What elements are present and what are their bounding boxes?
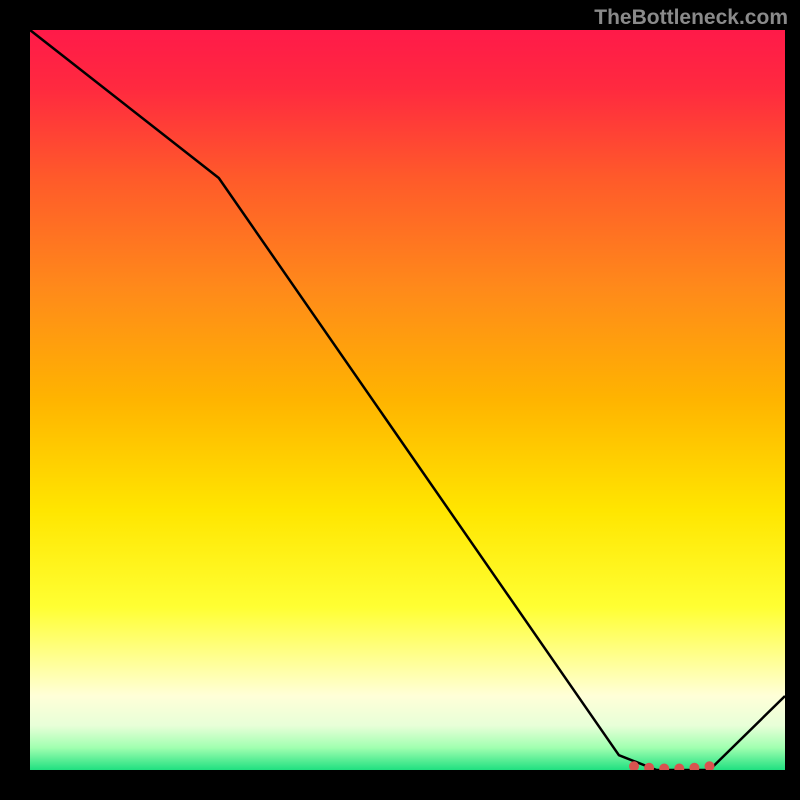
plot-area <box>30 30 785 770</box>
chart-container: TheBottleneck.com <box>0 0 800 800</box>
gradient-background <box>30 30 785 770</box>
watermark-text: TheBottleneck.com <box>594 6 788 30</box>
chart-svg <box>30 30 785 770</box>
